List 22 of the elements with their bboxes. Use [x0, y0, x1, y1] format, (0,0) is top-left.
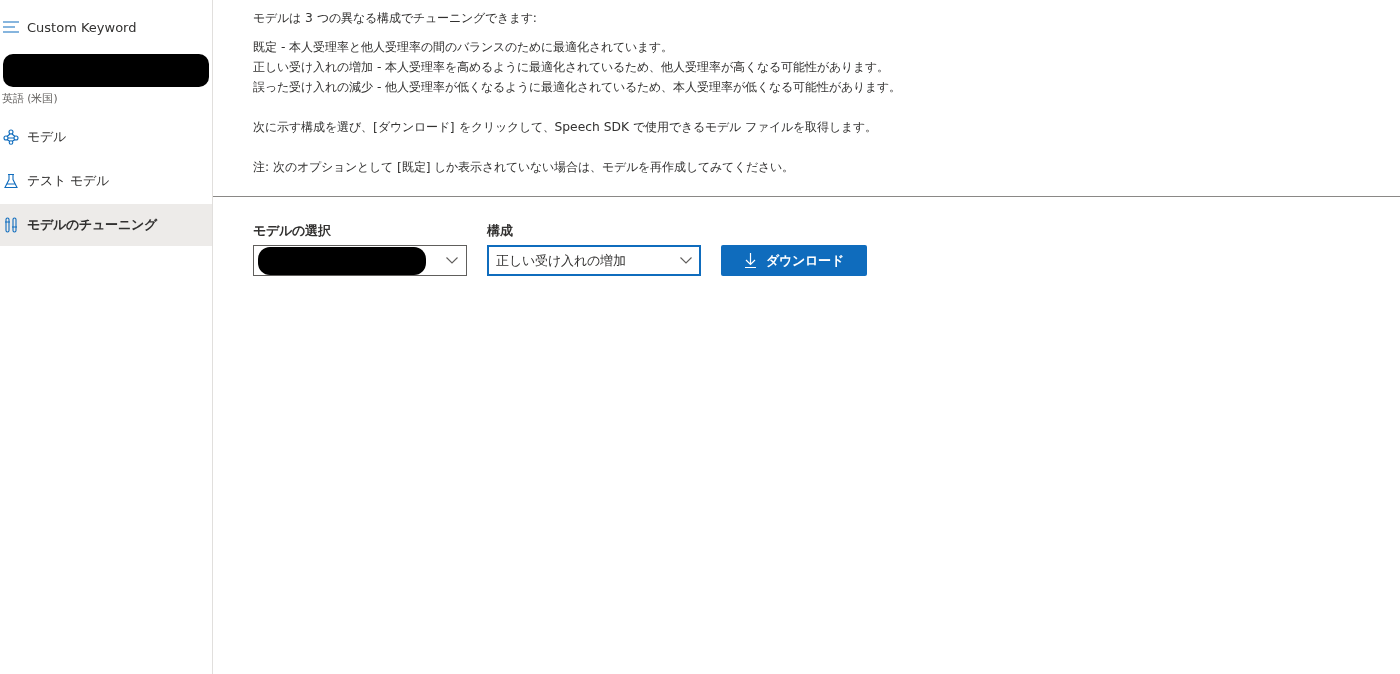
flask-icon [3, 173, 19, 189]
instruction-text: 次に示す構成を選び、[ダウンロード] をクリックして、Speech SDK で使用できるモデル ファイルを取得します。 [253, 119, 878, 136]
download-button[interactable]: ダウンロード [721, 245, 867, 276]
dropdown[interactable]: 正しい受け入れの増加 [487, 245, 701, 276]
app-title: Custom Keyword [27, 19, 137, 35]
sliders-icon [3, 217, 19, 233]
nav-item[interactable]: テスト モデル [0, 160, 212, 202]
option-description: 正しい受け入れの増加 - 本人受理率を高めるように最適化されているため、他人受理率が高くなる可能性があります。 [253, 59, 891, 76]
network-icon [3, 129, 19, 145]
field-label: 構成 [487, 223, 514, 240]
chevron-down-icon [680, 257, 692, 264]
chevron-down-icon [446, 257, 458, 264]
dropdown[interactable] [253, 245, 467, 276]
download-icon [744, 253, 756, 268]
nav-item[interactable]: モデルのチューニング [0, 204, 212, 246]
note-text: 注: 次のオプションとして [既定] しか表示されていない場合は、モデルを再作成してみてください。 [253, 159, 796, 176]
intro-text: モデルは 3 つの異なる構成でチューニングできます: [253, 10, 538, 27]
nav-item[interactable]: モデル [0, 116, 212, 158]
option-description: 誤った受け入れの減少 - 他人受理率が低くなるように最適化されているため、本人受理率が低くなる可能性があります。 [253, 79, 903, 96]
project-language: 英語 (米国) [2, 92, 58, 106]
option-description: 既定 - 本人受理率と他人受理率の間のバランスのために最適化されています。 [253, 39, 675, 56]
field-label: モデルの選択 [253, 223, 332, 240]
